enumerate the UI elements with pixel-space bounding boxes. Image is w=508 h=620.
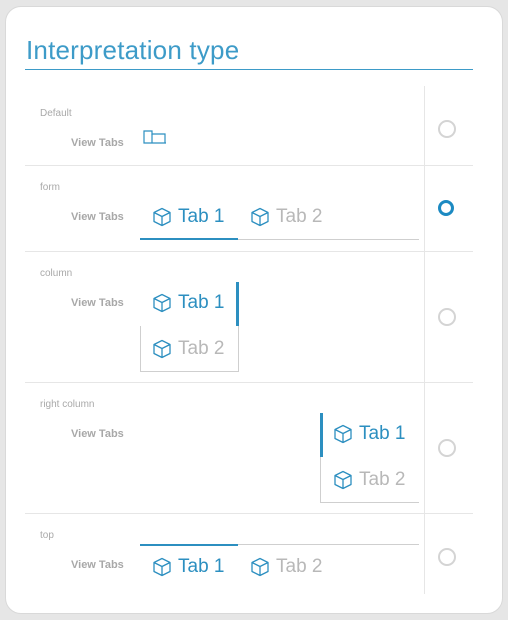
radio-top[interactable]: [438, 548, 456, 566]
interpretation-type-panel: [5, 6, 503, 614]
active-tab-indicator: [320, 413, 323, 457]
cube-icon: [153, 557, 171, 577]
tab-label: Tab 1: [178, 556, 225, 577]
tab-1[interactable]: Tab 1: [333, 423, 405, 445]
tab-2[interactable]: Tab 2: [333, 469, 405, 491]
tab-2[interactable]: Tab 2: [250, 206, 322, 228]
tab-1[interactable]: Tab 1: [152, 292, 224, 314]
tab-label: Tab 2: [178, 338, 225, 359]
folder-tabs-icon: [143, 130, 166, 144]
view-tabs-label: View Tabs: [71, 137, 124, 149]
active-tab-indicator: [236, 282, 239, 326]
cube-icon: [153, 339, 171, 359]
active-tab-indicator: [140, 238, 238, 240]
tab-2[interactable]: Tab 2: [152, 338, 224, 360]
option-label-default: Default: [40, 108, 72, 119]
radio-form[interactable]: [438, 200, 454, 216]
tab-label: Tab 1: [359, 423, 406, 444]
panel-title: Interpretation type: [26, 35, 240, 65]
view-tabs-label: View Tabs: [71, 559, 124, 571]
option-label-column: column: [40, 268, 73, 279]
row-divider: [25, 165, 473, 166]
tab-1[interactable]: Tab 1: [152, 556, 224, 578]
cube-icon: [153, 293, 171, 313]
tab-label: Tab 2: [359, 469, 406, 490]
radio-column[interactable]: [438, 308, 456, 326]
tab-label: Tab 1: [178, 206, 225, 227]
tab-1[interactable]: Tab 1: [152, 206, 224, 228]
view-tabs-label: View Tabs: [71, 211, 124, 223]
tab-label: Tab 2: [276, 556, 323, 577]
view-tabs-label: View Tabs: [71, 428, 124, 440]
row-divider: [25, 513, 473, 514]
option-label-top: top: [40, 530, 54, 541]
radio-default[interactable]: [438, 120, 456, 138]
radio-column-divider: [424, 86, 425, 594]
radio-right-column[interactable]: [438, 439, 456, 457]
cube-icon: [334, 424, 352, 444]
title-underline: [25, 69, 473, 70]
row-divider: [25, 382, 473, 383]
cube-icon: [334, 470, 352, 490]
option-label-right-column: right column: [40, 399, 95, 410]
active-tab-indicator: [140, 544, 238, 546]
row-divider: [25, 251, 473, 252]
cube-icon: [251, 557, 269, 577]
tab-2[interactable]: Tab 2: [250, 556, 322, 578]
cube-icon: [153, 207, 171, 227]
option-label-form: form: [40, 182, 60, 193]
tab-label: Tab 2: [276, 206, 323, 227]
view-tabs-label: View Tabs: [71, 297, 124, 309]
cube-icon: [251, 207, 269, 227]
tab-label: Tab 1: [178, 292, 225, 313]
